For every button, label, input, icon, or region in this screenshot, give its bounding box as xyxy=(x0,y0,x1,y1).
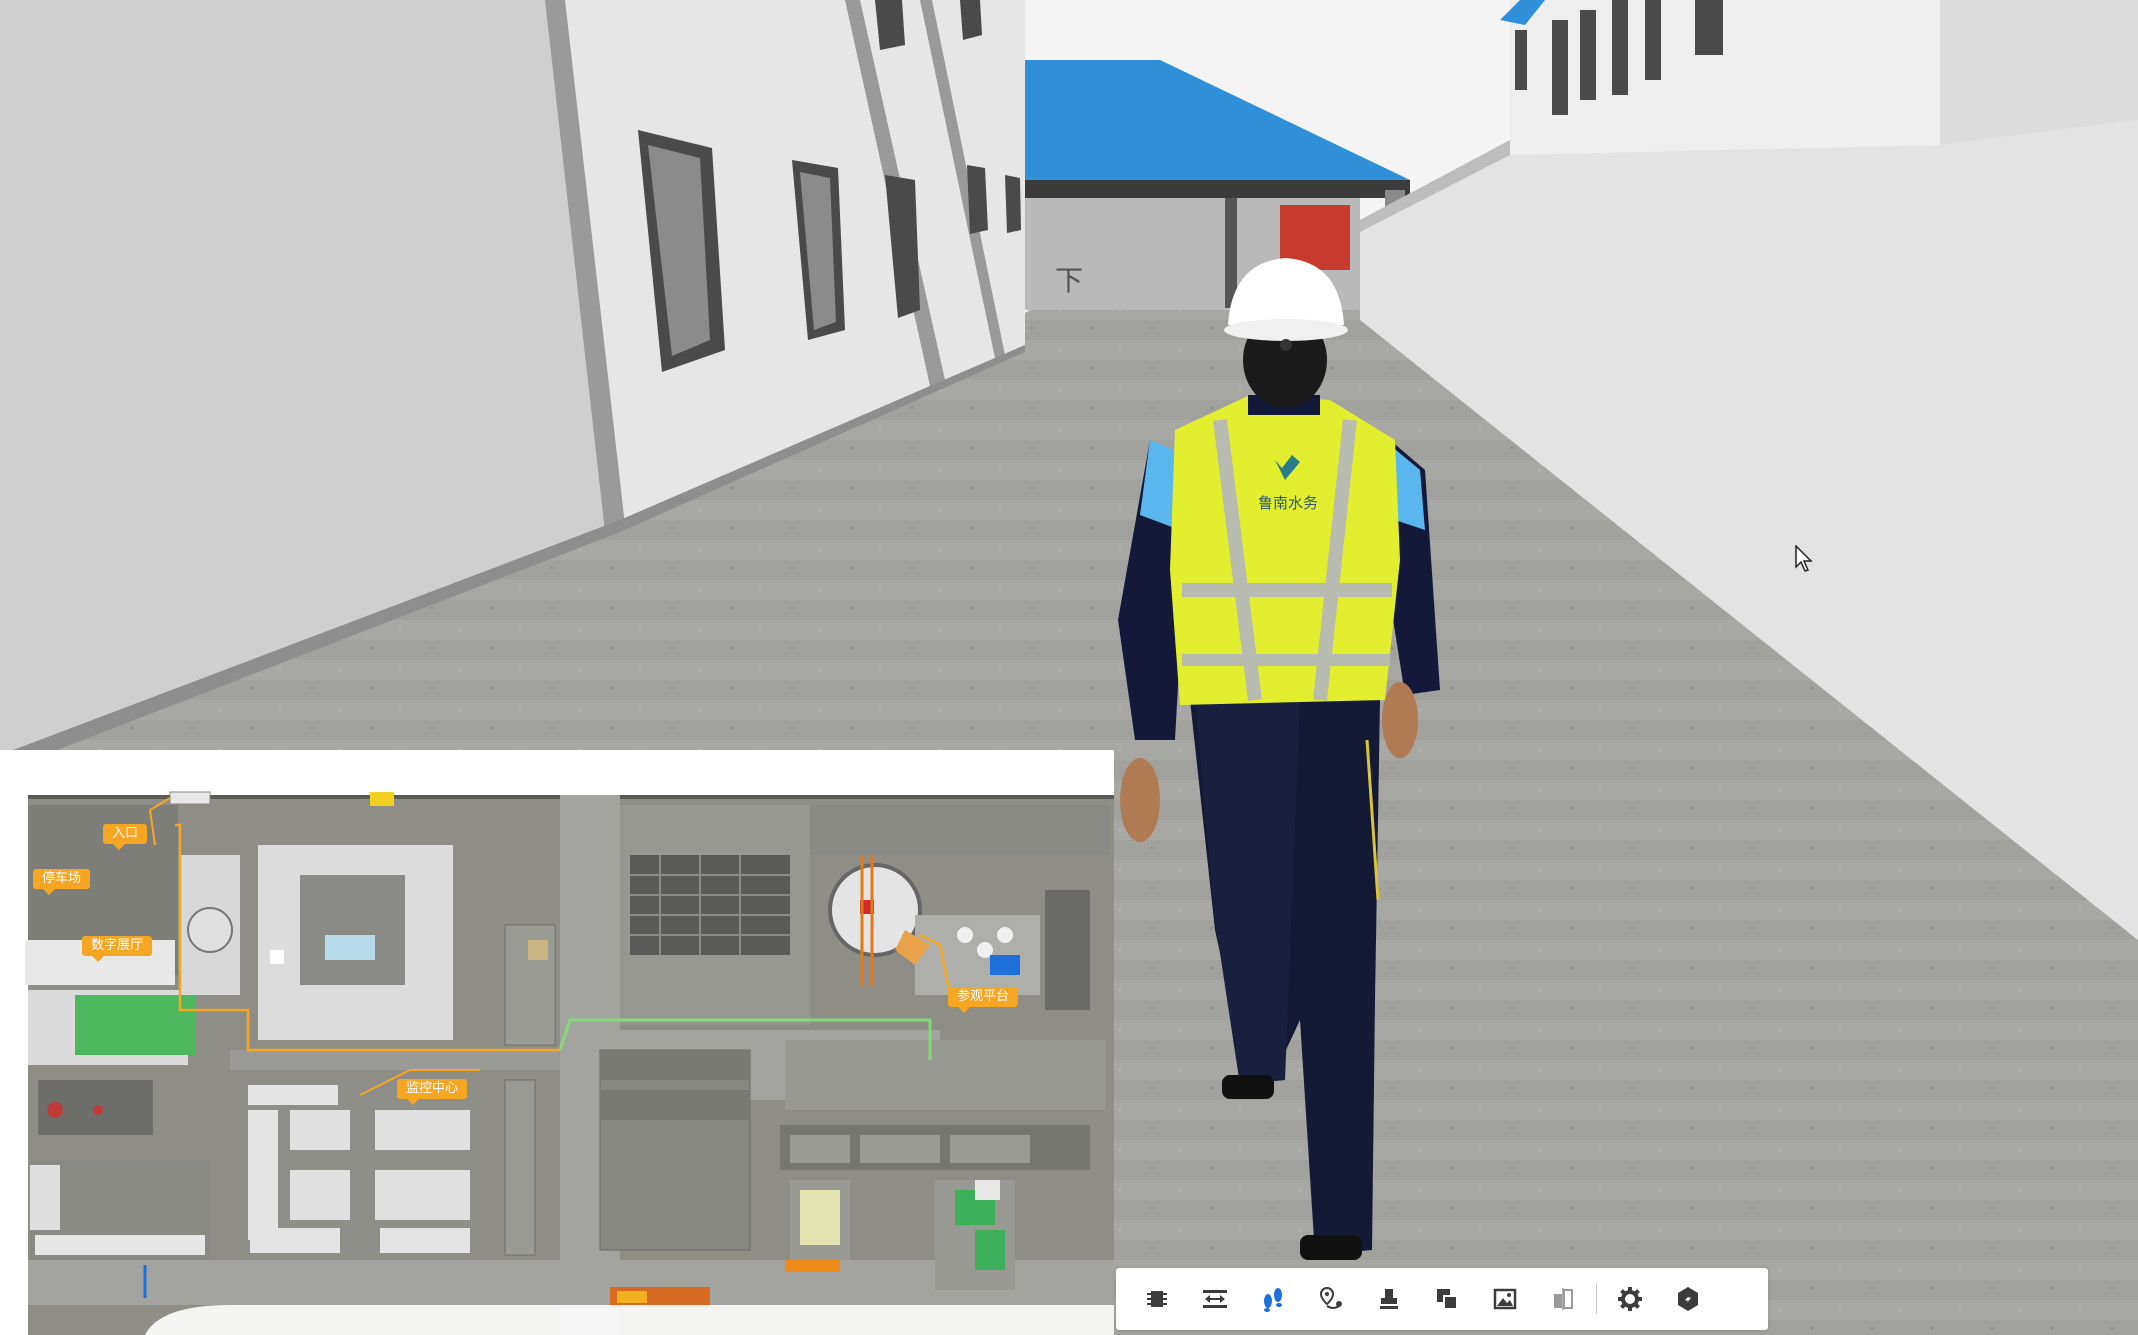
stamp-button[interactable] xyxy=(1360,1270,1418,1328)
wall-sign: 下 xyxy=(1055,264,1083,297)
image-button[interactable] xyxy=(1476,1270,1534,1328)
footprints-icon xyxy=(1264,1288,1282,1312)
image-icon xyxy=(1493,1288,1517,1310)
map-label-parking[interactable]: 停车场 xyxy=(33,869,91,895)
measure-icon xyxy=(1203,1290,1227,1308)
split-view-button[interactable] xyxy=(1534,1270,1592,1328)
measure-button[interactable] xyxy=(1186,1270,1244,1328)
gear-icon xyxy=(1618,1287,1642,1311)
layers-icon xyxy=(1437,1289,1458,1310)
bottom-toolbar xyxy=(1116,1268,1768,1330)
map-label-visit-platform[interactable]: 参观平台 xyxy=(948,987,1019,1013)
map-label-monitoring-center[interactable]: 监控中心 xyxy=(397,1079,468,1105)
compass-button[interactable] xyxy=(1659,1270,1717,1328)
route-button[interactable] xyxy=(1302,1270,1360,1328)
map-label-entrance[interactable]: 入口 xyxy=(103,824,148,850)
split-view-icon xyxy=(1554,1288,1573,1310)
vest-logo-text: 鲁南水务 xyxy=(1258,494,1318,512)
toolbar-divider xyxy=(1596,1284,1597,1314)
site-minimap[interactable]: 入口 停车场 数字展厅 监控中心 参观平台 xyxy=(0,750,1114,1335)
stamp-icon xyxy=(1380,1289,1398,1309)
mouse-cursor-icon xyxy=(1795,545,1813,572)
walk-mode-button[interactable] xyxy=(1244,1270,1302,1328)
compass-icon xyxy=(1678,1287,1698,1311)
settings-button[interactable] xyxy=(1601,1270,1659,1328)
route-pin-icon xyxy=(1319,1286,1342,1309)
chip-icon xyxy=(1147,1291,1167,1307)
minimap-plan[interactable] xyxy=(0,750,1114,1335)
chip-button[interactable] xyxy=(1128,1270,1186,1328)
map-label-digital-hall[interactable]: 数字展厅 xyxy=(82,936,153,962)
layers-button[interactable] xyxy=(1418,1270,1476,1328)
